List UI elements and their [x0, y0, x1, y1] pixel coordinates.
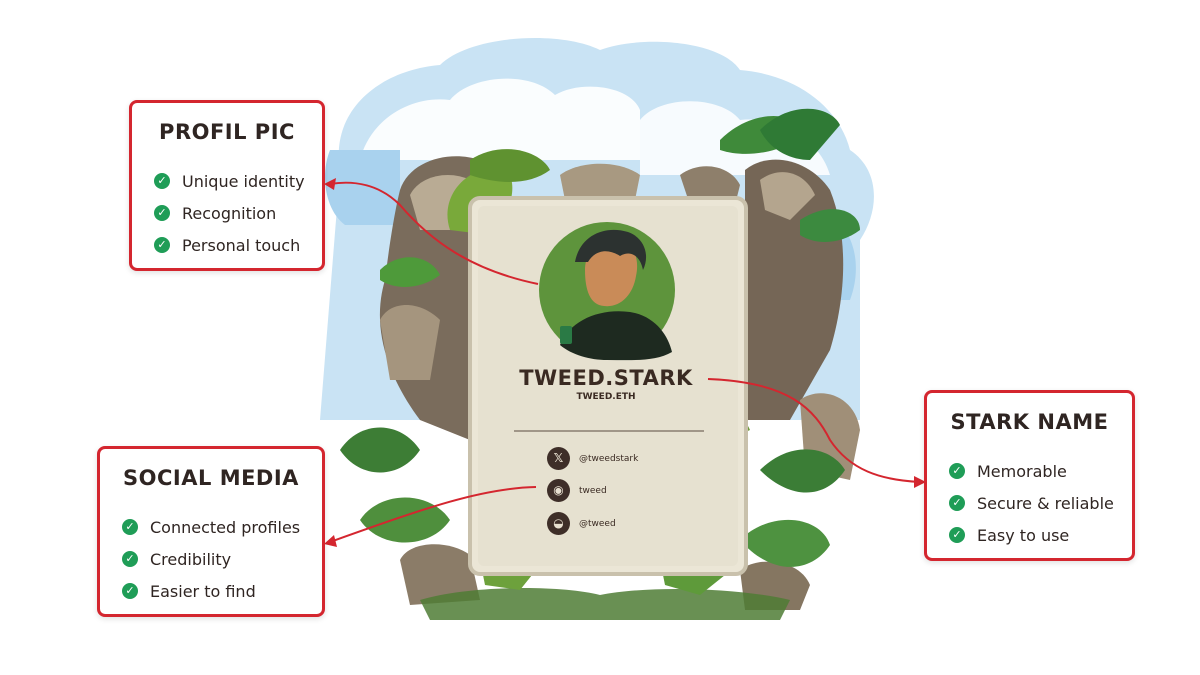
eth-domain-label: TWEED.ETH — [576, 392, 636, 402]
list-item-text: Easier to find — [150, 581, 256, 601]
x-icon: 𝕏 — [547, 447, 570, 470]
list-item-text: Recognition — [182, 203, 277, 223]
social-row-discord[interactable]: ◒ @tweed — [547, 512, 616, 535]
check-icon: ✓ — [154, 173, 170, 189]
social-media-list: ✓ Connected profiles ✓ Credibility ✓ Eas… — [122, 511, 300, 607]
list-item: ✓ Easier to find — [122, 575, 300, 607]
list-item-text: Connected profiles — [150, 517, 301, 537]
check-icon: ✓ — [949, 495, 965, 511]
social-media-box: SOCIAL MEDIA ✓ Connected profiles ✓ Cred… — [97, 446, 325, 617]
github-handle: tweed — [579, 485, 607, 496]
list-item-text: Personal touch — [182, 235, 301, 255]
social-row-x[interactable]: 𝕏 @tweedstark — [547, 447, 638, 470]
list-item: ✓ Easy to use — [949, 519, 1114, 551]
stark-name-list: ✓ Memorable ✓ Secure & reliable ✓ Easy t… — [949, 455, 1114, 551]
stark-name-label: TWEED.STARK — [519, 366, 693, 390]
discord-handle: @tweed — [579, 518, 616, 529]
check-icon: ✓ — [949, 463, 965, 479]
stark-name-box: STARK NAME ✓ Memorable ✓ Secure & reliab… — [924, 390, 1135, 561]
check-icon: ✓ — [154, 237, 170, 253]
list-item: ✓ Personal touch — [154, 229, 305, 261]
list-item-text: Easy to use — [977, 525, 1070, 545]
list-item: ✓ Connected profiles — [122, 511, 300, 543]
social-media-title: SOCIAL MEDIA — [123, 466, 299, 490]
check-icon: ✓ — [122, 519, 138, 535]
check-icon: ✓ — [154, 205, 170, 221]
github-icon: ◉ — [547, 479, 570, 502]
x-handle: @tweedstark — [579, 453, 639, 464]
list-item-text: Credibility — [150, 549, 232, 569]
list-item: ✓ Credibility — [122, 543, 300, 575]
list-item-text: Secure & reliable — [977, 493, 1114, 513]
stark-name-title: STARK NAME — [950, 410, 1109, 434]
check-icon: ✓ — [122, 583, 138, 599]
list-item: ✓ Recognition — [154, 197, 305, 229]
check-icon: ✓ — [949, 527, 965, 543]
check-icon: ✓ — [122, 551, 138, 567]
list-item: ✓ Memorable — [949, 455, 1114, 487]
list-item: ✓ Unique identity — [154, 165, 305, 197]
social-row-github[interactable]: ◉ tweed — [547, 479, 607, 502]
discord-icon: ◒ — [547, 512, 570, 535]
profile-pic-list: ✓ Unique identity ✓ Recognition ✓ Person… — [154, 165, 305, 261]
profile-pic-box: PROFIL PIC ✓ Unique identity ✓ Recogniti… — [129, 100, 325, 271]
list-item-text: Memorable — [977, 461, 1067, 481]
profile-pic-title: PROFIL PIC — [159, 120, 295, 144]
list-item-text: Unique identity — [182, 171, 305, 191]
list-item: ✓ Secure & reliable — [949, 487, 1114, 519]
